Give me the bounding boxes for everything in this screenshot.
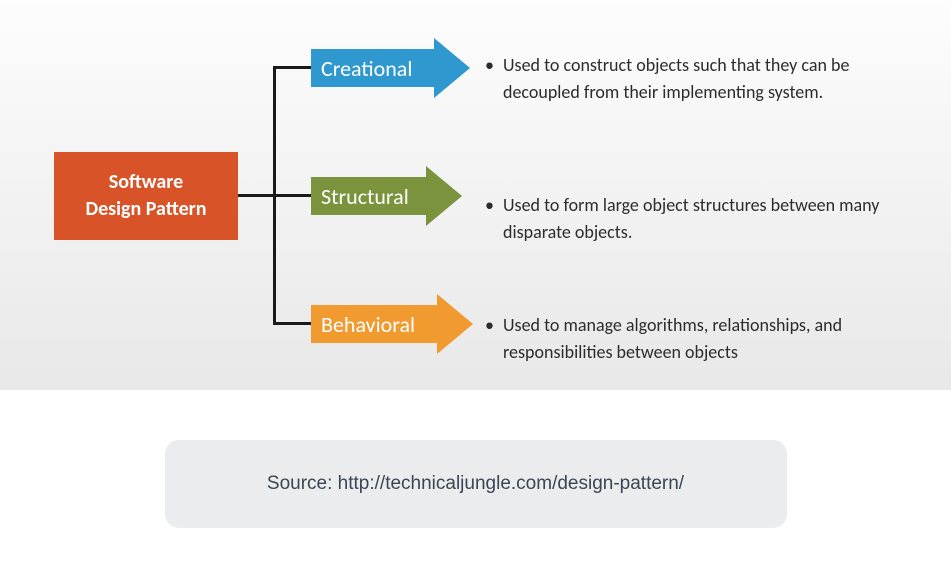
- arrow-label-creational: Creational: [311, 49, 434, 87]
- arrow-head-icon: [434, 38, 470, 98]
- root-box: Software Design Pattern: [54, 152, 238, 240]
- root-title: Software Design Pattern: [85, 169, 206, 223]
- description-text: Used to construct objects such that they…: [503, 52, 910, 106]
- category-structural: Structural: [311, 166, 462, 226]
- description-behavioral: Used to manage algorithms, relationships…: [485, 312, 910, 366]
- connector-branch-2: [273, 194, 311, 197]
- description-text: Used to form large object structures bet…: [503, 192, 910, 246]
- description-structural: Used to form large object structures bet…: [485, 192, 910, 246]
- description-text: Used to manage algorithms, relationships…: [503, 312, 910, 366]
- arrow-head-icon: [437, 294, 473, 354]
- source-text: Source: http://technicaljungle.com/desig…: [267, 473, 684, 495]
- arrow-head-icon: [426, 166, 462, 226]
- connector-branch-3: [273, 322, 311, 325]
- connector-root-stub: [238, 194, 276, 197]
- diagram-area: Software Design Pattern Creational Used …: [0, 0, 951, 390]
- category-creational: Creational: [311, 38, 470, 98]
- arrow-behavioral: Behavioral: [311, 294, 473, 354]
- connector-branch-1: [273, 66, 311, 69]
- arrow-label-behavioral: Behavioral: [311, 305, 437, 343]
- description-creational: Used to construct objects such that they…: [485, 52, 910, 106]
- arrow-label-structural: Structural: [311, 177, 426, 215]
- arrow-creational: Creational: [311, 38, 470, 98]
- source-caption: Source: http://technicaljungle.com/desig…: [165, 440, 787, 528]
- arrow-structural: Structural: [311, 166, 462, 226]
- category-behavioral: Behavioral: [311, 294, 473, 354]
